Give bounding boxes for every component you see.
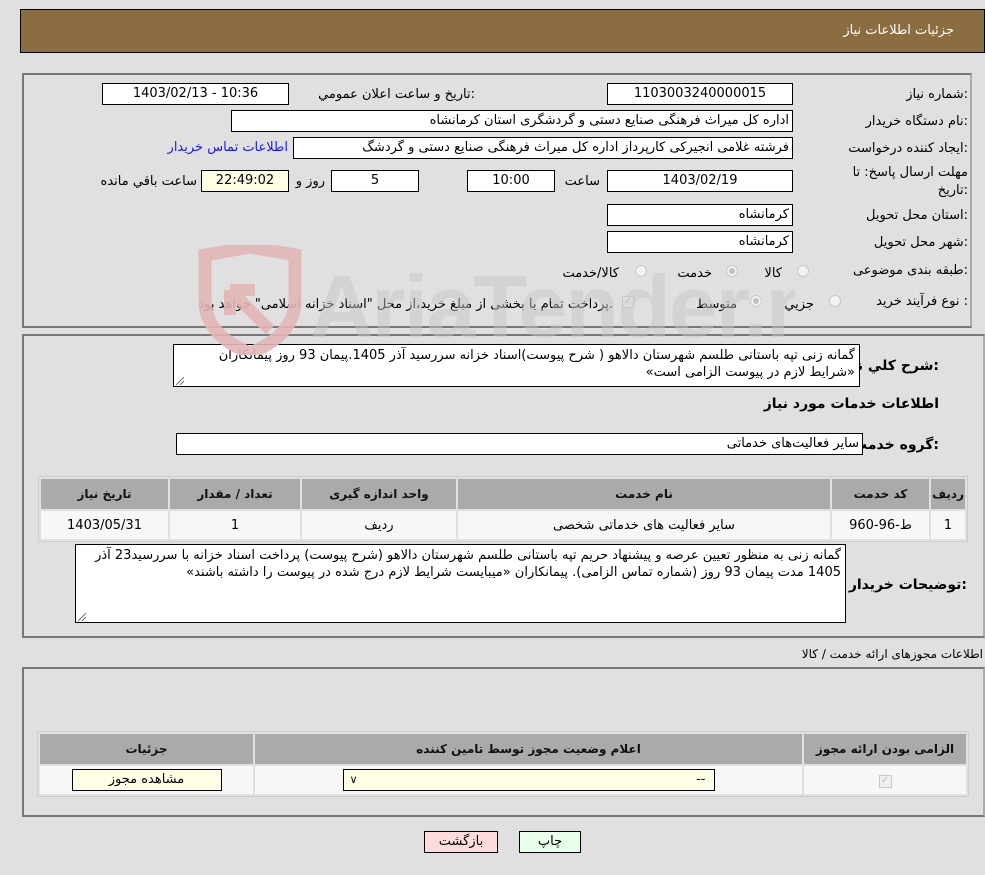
table-row: ✓ -- ∨ مشاهده مجوز xyxy=(40,766,966,794)
creator-field: فرشته غلامی انجیرکی کارپرداز اداره کل می… xyxy=(293,137,793,159)
page-header: جزئیات اطلاعات نیاز xyxy=(20,9,985,53)
process-option-medium: متوسط xyxy=(696,297,737,312)
remaining-time-field: 22:49:02 xyxy=(201,170,289,192)
buyer-notes-textarea[interactable]: گمانه زنی به منظور تعیین عرصه و پیشنهاد … xyxy=(75,544,846,623)
province-field: کرمانشاه xyxy=(607,204,793,226)
col-quantity: تعداد / مقدار xyxy=(170,479,300,509)
col-permit-status: اعلام وضعیت مجوز توسط تامین کننده xyxy=(255,734,802,764)
service-group-field: سایر فعالیت‌های خدماتی xyxy=(176,433,863,455)
creator-label: ایجاد کننده درخواست: xyxy=(848,141,968,156)
back-button[interactable]: بازگشت xyxy=(424,831,498,853)
remaining-time-label: ساعت باقي مانده xyxy=(100,174,197,189)
permit-status-value: -- xyxy=(696,772,706,787)
category-radio-goods-service[interactable] xyxy=(635,265,647,277)
cell-quantity: 1 xyxy=(170,511,300,539)
permit-status-select[interactable]: -- ∨ xyxy=(342,769,715,791)
category-label: طبقه بندی موضوعی: xyxy=(852,263,968,278)
cell-permit-required: ✓ xyxy=(804,766,966,794)
col-row-number: ردیف xyxy=(931,479,965,509)
services-table: ردیف کد خدمت نام خدمت واحد اندازه گیری ت… xyxy=(38,476,968,542)
category-radio-goods[interactable] xyxy=(797,265,809,277)
need-number-label: شماره نیاز: xyxy=(906,87,968,102)
cell-unit: ردیف xyxy=(302,511,456,539)
province-label: استان محل تحویل: xyxy=(866,208,968,223)
col-service-code: کد خدمت xyxy=(832,479,929,509)
resize-grip-icon[interactable] xyxy=(176,377,184,385)
announce-date-label: تاریخ و ساعت اعلان عمومي: xyxy=(318,87,475,102)
col-permit-details: جزئیات xyxy=(40,734,253,764)
print-button[interactable]: چاپ xyxy=(519,831,581,853)
resize-grip-icon[interactable] xyxy=(78,613,86,621)
treasury-note: پرداخت تمام یا بخشی از مبلغ خرید،از محل … xyxy=(198,297,613,312)
category-option-goods-service: کالا/خدمت xyxy=(562,266,619,281)
services-section-title: اطلاعات خدمات مورد نیاز xyxy=(763,396,939,412)
category-option-goods: کالا xyxy=(764,266,782,281)
col-service-name: نام خدمت xyxy=(458,479,830,509)
table-row: 1 ط-96-960 سایر فعالیت های خدماتی شخصی ر… xyxy=(41,511,965,539)
cell-permit-details: مشاهده مجوز xyxy=(40,766,253,794)
process-radio-medium[interactable] xyxy=(750,295,762,307)
cell-permit-status: -- ∨ xyxy=(255,766,802,794)
cell-service-name: سایر فعالیت های خدماتی شخصی xyxy=(458,511,830,539)
cell-need-date: 1403/05/31 xyxy=(41,511,168,539)
col-unit: واحد اندازه گیری xyxy=(302,479,456,509)
col-permit-required: الزامی بودن ارائه مجوز xyxy=(804,734,966,764)
service-group-label: گروه خدمت: xyxy=(853,437,939,453)
permit-required-checkbox[interactable]: ✓ xyxy=(878,775,892,788)
announce-date-field: 1403/02/13 - 10:36 xyxy=(102,83,289,105)
deadline-time-field: 10:00 xyxy=(467,170,555,192)
category-radio-service[interactable] xyxy=(726,265,738,277)
city-label: شهر محل تحویل: xyxy=(873,235,968,250)
buyer-org-field: اداره کل میراث فرهنگی صنایع دستی و گردشگ… xyxy=(231,110,793,132)
buyer-notes-text: گمانه زنی به منظور تعیین عرصه و پیشنهاد … xyxy=(95,548,841,580)
view-permit-button[interactable]: مشاهده مجوز xyxy=(71,769,222,791)
remaining-days-field: 5 xyxy=(331,170,419,192)
days-label: روز و xyxy=(295,174,325,189)
process-radio-minor[interactable] xyxy=(829,295,841,307)
cell-service-code: ط-96-960 xyxy=(832,511,929,539)
process-option-minor: جزيي xyxy=(784,297,814,312)
city-field: کرمانشاه xyxy=(607,231,793,253)
deadline-date-field: 1403/02/19 xyxy=(607,170,793,192)
deadline-label-date: تاریخ: xyxy=(937,183,968,198)
need-number-field: 1103003240000015 xyxy=(607,83,793,105)
page-title: جزئیات اطلاعات نیاز xyxy=(843,23,954,38)
deadline-time-label: ساعت xyxy=(564,174,600,189)
treasury-checkbox[interactable]: ✓ xyxy=(622,296,634,308)
chevron-down-icon: ∨ xyxy=(349,773,358,786)
description-textarea[interactable]: گمانه زنی تپه باستانی طلسم شهرستان دالاه… xyxy=(173,344,860,387)
buyer-notes-label: توضیحات خریدار: xyxy=(848,577,967,593)
permits-section-title: اطلاعات مجوزهای ارائه خدمت / کالا xyxy=(801,647,983,661)
process-label: نوع فرآیند خرید : xyxy=(876,294,968,309)
services-table-header: ردیف کد خدمت نام خدمت واحد اندازه گیری ت… xyxy=(41,479,965,509)
permits-table-header: الزامی بودن ارائه مجوز اعلام وضعیت مجوز … xyxy=(40,734,966,764)
permits-table: الزامی بودن ارائه مجوز اعلام وضعیت مجوز … xyxy=(37,731,969,797)
deadline-label: مهلت ارسال پاسخ: تا xyxy=(852,165,968,180)
buyer-contact-link[interactable]: اطلاعات تماس خریدار xyxy=(168,140,288,155)
category-option-service: خدمت xyxy=(677,266,712,281)
description-text: گمانه زنی تپه باستانی طلسم شهرستان دالاه… xyxy=(218,348,855,380)
buyer-org-label: نام دستگاه خریدار: xyxy=(865,114,968,129)
cell-row-number: 1 xyxy=(931,511,965,539)
col-need-date: تاریخ نیاز xyxy=(41,479,168,509)
